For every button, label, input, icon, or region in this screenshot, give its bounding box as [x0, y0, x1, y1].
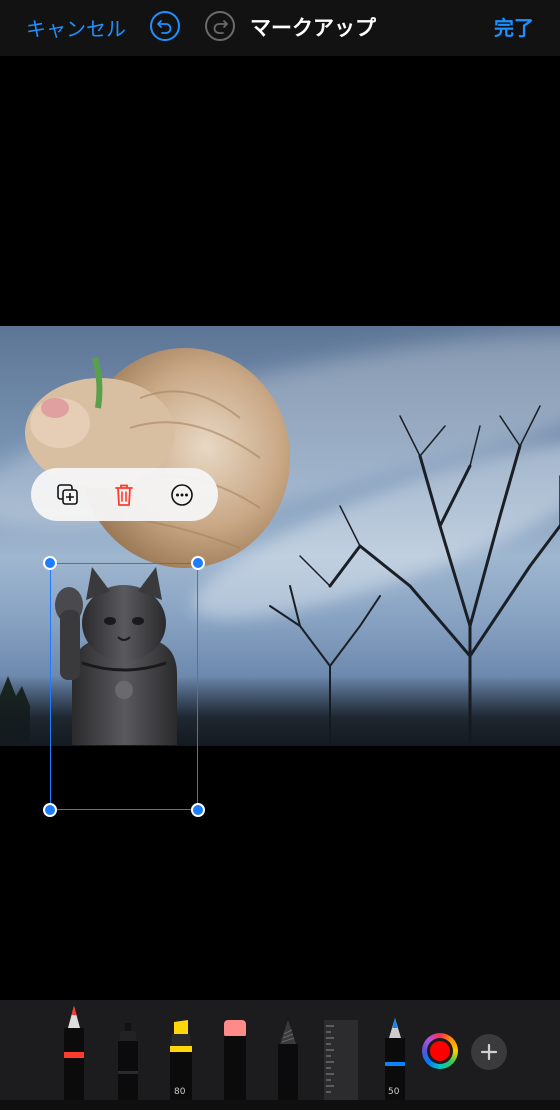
cat-sticker[interactable] [20, 338, 290, 578]
color-picker[interactable] [422, 1033, 458, 1069]
context-menu [31, 468, 218, 521]
duplicate-icon[interactable] [54, 481, 82, 509]
pencil-tool[interactable] [276, 1020, 300, 1100]
toolbar-bottom-strip [0, 1100, 560, 1110]
page-title: マークアップ [250, 16, 376, 40]
resize-handle-bottom-right[interactable] [191, 803, 205, 817]
fountain-pen-size-label: 50 [388, 1087, 400, 1097]
plus-icon [480, 1043, 498, 1061]
top-bar: キャンセル マークアップ 完了 [0, 0, 560, 56]
trash-icon[interactable] [110, 481, 138, 509]
cancel-button[interactable]: キャンセル [26, 13, 126, 42]
resize-handle-bottom-left[interactable] [43, 803, 57, 817]
add-button[interactable] [471, 1034, 507, 1070]
selection-box[interactable] [50, 563, 198, 810]
selected-color-swatch [430, 1041, 450, 1061]
eraser-tool[interactable] [222, 1020, 248, 1100]
redo-icon[interactable] [205, 11, 235, 41]
resize-handle-top-right[interactable] [191, 556, 205, 570]
done-button[interactable]: 完了 [494, 12, 534, 41]
resize-handle-top-left[interactable] [43, 556, 57, 570]
undo-icon[interactable] [150, 11, 180, 41]
more-icon[interactable] [168, 481, 196, 509]
pen-tool[interactable] [62, 1006, 86, 1100]
highlighter-size-label: 80 [174, 1087, 186, 1097]
monoline-tool[interactable] [116, 1023, 140, 1100]
color-picker-ring [427, 1038, 453, 1064]
ruler-tool[interactable] [324, 1020, 358, 1100]
